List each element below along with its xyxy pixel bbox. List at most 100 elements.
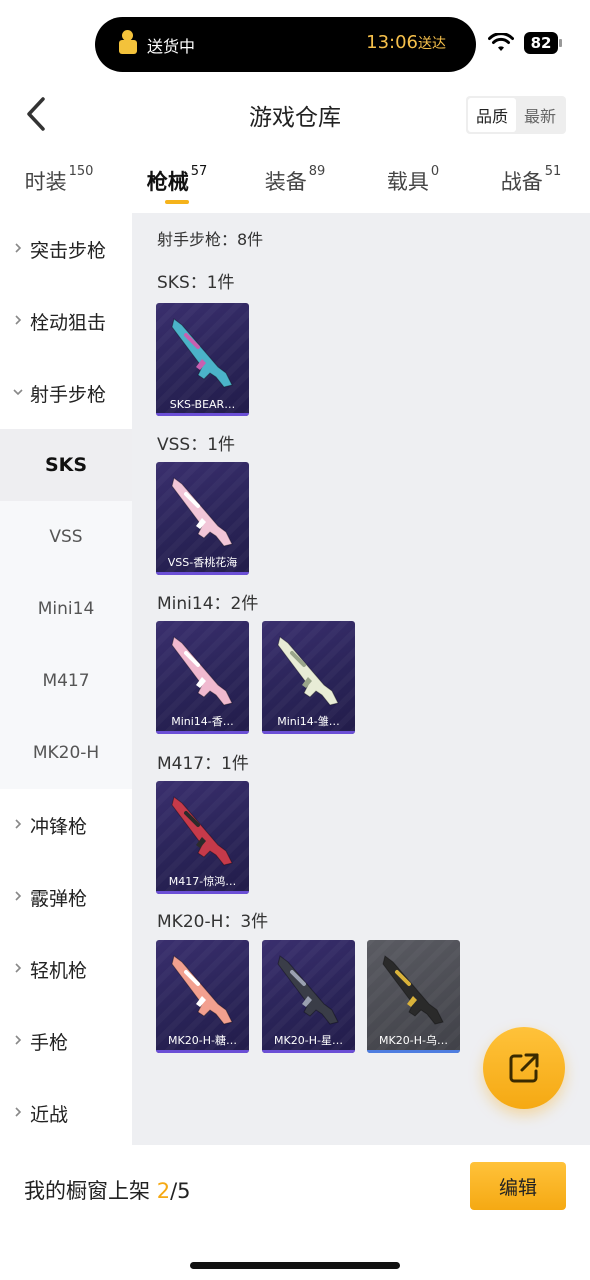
category-tabs: 时装 150 枪械 57 装备 89 载具 0 战备 51 (0, 160, 590, 210)
weapon-skin-card[interactable]: MK20-H-乌… (367, 940, 460, 1053)
share-icon (509, 1053, 539, 1083)
sidebar-item-group[interactable]: 轻机枪 (0, 933, 132, 1005)
weapon-skin-card[interactable]: MK20-H-星… (262, 940, 355, 1053)
sidebar-item-sub[interactable]: M417 (0, 645, 132, 717)
home-indicator[interactable] (190, 1262, 400, 1269)
section-title: 射手步枪：8件 (157, 230, 264, 249)
chevron-right-icon (15, 243, 22, 253)
category-title: M417：1件 (157, 754, 249, 774)
tab-label: 装备 (264, 170, 307, 194)
sidebar-item-group[interactable]: 手枪 (0, 1005, 132, 1077)
chevron-down-icon (13, 389, 23, 396)
tab-count: 57 (190, 164, 208, 179)
showcase-status: 我的橱窗上架 2/5 (24, 1175, 191, 1205)
sidebar-item-sub[interactable]: SKS (0, 429, 132, 501)
weapon-skin-name: MK20-H-糖… (168, 1034, 237, 1047)
sidebar-item-sub[interactable]: MK20-H (0, 717, 132, 789)
wifi-icon (488, 33, 514, 53)
sidebar-item-group[interactable]: 霰弹枪 (0, 861, 132, 933)
rifle-icon (382, 955, 444, 1025)
rifle-icon (171, 955, 233, 1025)
weapon-skin-card[interactable]: Mini14-雏… (262, 621, 355, 734)
weapon-skin-name: SKS-BEAR… (169, 398, 236, 411)
weapon-skin-name: M417-惊鸿… (168, 875, 237, 888)
sidebar-item-group[interactable]: 栓动狙击 (0, 285, 132, 357)
rifle-icon (171, 477, 233, 547)
chevron-right-icon (15, 1035, 22, 1045)
sort-option-quality[interactable]: 品质 (467, 98, 516, 132)
tab-vehicles[interactable]: 载具 0 (354, 160, 472, 210)
chevron-right-icon (15, 315, 22, 325)
sidebar-item-label: Mini14 (37, 599, 95, 619)
chevron-right-icon (15, 819, 22, 829)
rifle-icon (171, 796, 233, 866)
weapon-skin-card[interactable]: Mini14-香… (156, 621, 249, 734)
weapon-skin-name: VSS-香桃花海 (167, 556, 238, 569)
sidebar-item-label: M417 (42, 671, 90, 691)
sidebar-item-group[interactable]: 射手步枪 (0, 357, 132, 429)
tab-count: 150 (68, 164, 94, 179)
chevron-right-icon (15, 963, 22, 973)
bottom-bar: 我的橱窗上架 2/5 编辑 (0, 1145, 590, 1280)
weapon-skin-name: MK20-H-乌… (379, 1034, 448, 1047)
weapon-skin-card[interactable]: SKS-BEAR… (156, 303, 249, 416)
tab-count: 0 (430, 164, 440, 179)
weapon-skin-name: Mini14-雏… (277, 715, 340, 728)
sidebar-item-label: 轻机枪 (30, 959, 88, 982)
showcase-label: 我的橱窗上架 (24, 1179, 150, 1203)
weapon-skin-card[interactable]: MK20-H-糖… (156, 940, 249, 1053)
weapon-skin-name: MK20-H-星… (274, 1034, 343, 1047)
tab-count: 51 (544, 164, 562, 179)
chevron-left-icon (27, 97, 45, 131)
rifle-icon (171, 318, 233, 388)
sidebar-item-label: VSS (49, 527, 83, 547)
eta-time: 13:06 (366, 32, 418, 53)
sort-toggle: 品质 最新 (465, 96, 566, 134)
weapon-skin-name: Mini14-香… (171, 715, 234, 728)
sidebar-item-label: 近战 (30, 1103, 69, 1126)
tab-equipment[interactable]: 装备 89 (236, 160, 354, 210)
share-button[interactable] (483, 1027, 565, 1109)
sidebar-item-group[interactable]: 冲锋枪 (0, 789, 132, 861)
tab-label: 时装 (24, 170, 67, 194)
sidebar-item-sub[interactable]: VSS (0, 501, 132, 573)
sidebar-item-label: SKS (44, 454, 88, 476)
eta-suffix: 送达 (418, 36, 446, 52)
chevron-right-icon (15, 1107, 22, 1117)
sidebar-item-label: 栓动狙击 (30, 311, 107, 334)
tab-count: 89 (308, 164, 326, 179)
tab-label: 载具 (386, 170, 429, 194)
battery-icon: 82 (524, 32, 562, 54)
showcase-total: /5 (170, 1179, 191, 1203)
tab-label: 枪械 (146, 170, 189, 194)
rifle-icon (277, 636, 339, 706)
delivery-eta: 13:06送达 (366, 32, 446, 53)
system-icons: 82 (488, 32, 562, 54)
dynamic-island[interactable]: 送货中 13:06送达 (95, 17, 476, 72)
edit-button[interactable]: 编辑 (470, 1162, 566, 1210)
chevron-right-icon (15, 891, 22, 901)
sidebar-item-group[interactable]: 近战 (0, 1077, 132, 1149)
sidebar-item-label: 冲锋枪 (30, 815, 88, 838)
tab-firearms[interactable]: 枪械 57 (118, 160, 236, 210)
tab-fashion[interactable]: 时装 150 (0, 160, 118, 210)
category-title: SKS：1件 (157, 273, 235, 293)
back-button[interactable] (16, 94, 56, 134)
category-title: VSS：1件 (157, 435, 236, 455)
sidebar-item-label: MK20-H (32, 743, 100, 763)
weapon-skin-card[interactable]: VSS-香桃花海 (156, 462, 249, 575)
sidebar-item-group[interactable]: 突击步枪 (0, 213, 132, 285)
sidebar-item-sub[interactable]: Mini14 (0, 573, 132, 645)
header: 游戏仓库 品质 最新 (0, 90, 590, 140)
sidebar-item-label: 霰弹枪 (30, 887, 88, 910)
sort-option-newest[interactable]: 最新 (516, 98, 564, 132)
courier-icon (113, 30, 141, 58)
weapon-type-sidebar: 突击步枪栓动狙击射手步枪 SKS VSS Mini14 M417 MK20-H 冲锋枪霰弹枪… (0, 213, 132, 1145)
delivery-status-label: 送货中 (147, 37, 196, 56)
tab-label: 战备 (500, 170, 543, 194)
weapon-skin-card[interactable]: M417-惊鸿… (156, 781, 249, 894)
tab-supplies[interactable]: 战备 51 (472, 160, 590, 210)
inventory-content: 射手步枪：8件 SKS：1件 SKS-BEAR… VSS：1件 VSS-香桃花海 Min… (132, 213, 590, 1145)
active-tab-indicator (165, 200, 189, 204)
showcase-count: 2 (156, 1179, 171, 1203)
